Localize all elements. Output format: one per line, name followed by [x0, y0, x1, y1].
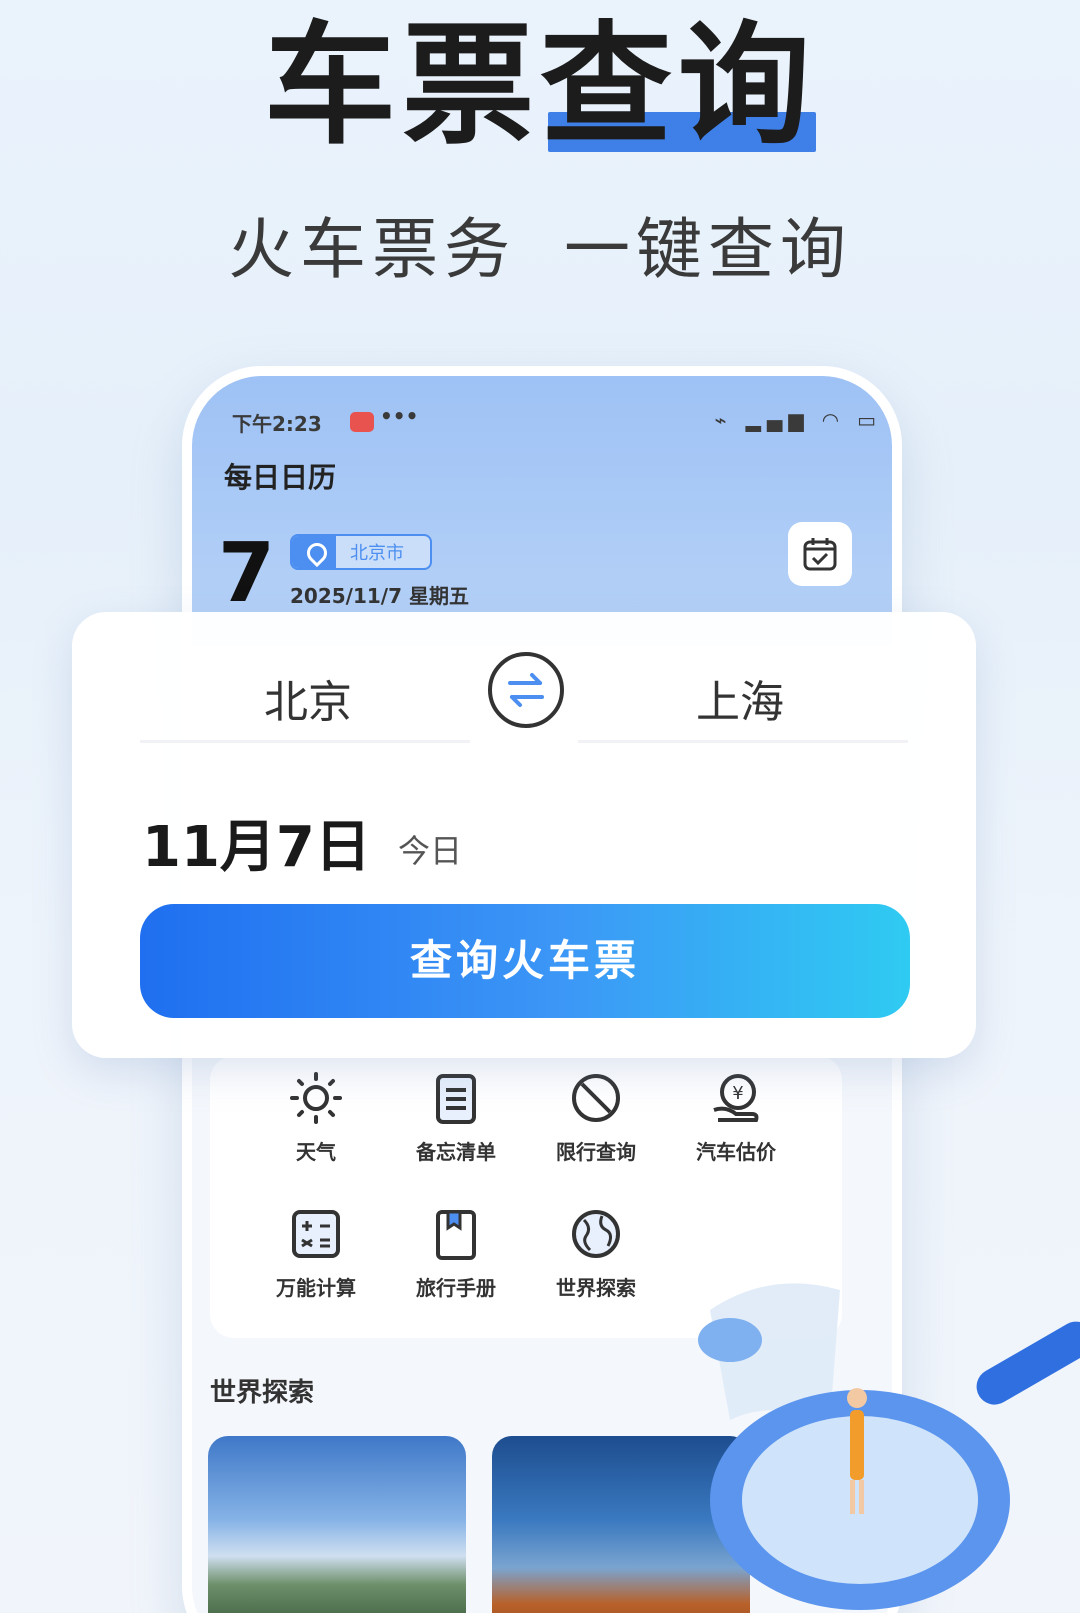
- tool-label: 世界探索: [556, 1276, 636, 1300]
- magnifier-illustration-icon: [698, 1283, 1080, 1610]
- sun-icon: [290, 1072, 342, 1124]
- tool-world-explore[interactable]: 世界探索: [526, 1206, 666, 1301]
- notification-badge-icon: [350, 412, 374, 432]
- from-station[interactable]: 北京: [138, 666, 478, 730]
- phone-header: 下午2:23 ••• ⌁ ▂▄▆ ◠ ▭ 每日日历 7 北京市 2025/11/…: [192, 376, 892, 646]
- location-badge[interactable]: 北京市: [290, 534, 432, 570]
- calendar-check-icon: [803, 538, 837, 571]
- tool-label: 备忘清单: [416, 1140, 496, 1164]
- from-underline: [140, 740, 470, 743]
- status-time: 下午2:23: [232, 412, 322, 436]
- calculator-icon: [292, 1210, 340, 1258]
- tool-label: 天气: [296, 1140, 336, 1164]
- tool-weather[interactable]: 天气: [246, 1070, 386, 1165]
- day-number: 7: [218, 526, 276, 621]
- no-entry-icon: [572, 1074, 620, 1122]
- date-hint: 今日: [398, 832, 463, 870]
- promo-headline: 车票查询: [264, 9, 816, 163]
- ticket-search-card: 北京 上海 11月7日 今日 查询火车票: [72, 612, 976, 1058]
- tool-memo[interactable]: 备忘清单: [386, 1070, 526, 1165]
- globe-icon: [572, 1210, 620, 1258]
- to-station[interactable]: 上海: [570, 666, 910, 730]
- scenery-photo-lake[interactable]: [208, 1436, 466, 1613]
- location-pin-icon: [292, 536, 336, 568]
- travel-date[interactable]: 11月7日: [142, 802, 371, 883]
- section-title: 世界探索: [210, 1378, 315, 1408]
- tool-calculator[interactable]: 万能计算: [246, 1206, 386, 1301]
- memo-icon: [436, 1074, 476, 1124]
- swap-stations-button[interactable]: [488, 652, 564, 728]
- tool-travel-book[interactable]: 旅行手册: [386, 1206, 526, 1301]
- app-title: 每日日历: [224, 461, 337, 494]
- travel-book-icon: [436, 1210, 476, 1260]
- tool-label: 旅行手册: [416, 1276, 496, 1300]
- calendar-button[interactable]: [788, 522, 852, 586]
- query-tickets-button[interactable]: 查询火车票: [140, 904, 910, 1018]
- svg-text:¥: ¥: [732, 1083, 743, 1104]
- status-bar: 下午2:23 ••• ⌁ ▂▄▆ ◠ ▭: [232, 404, 882, 438]
- tool-label: 限行查询: [556, 1140, 636, 1164]
- tool-restriction[interactable]: 限行查询: [526, 1070, 666, 1165]
- tool-car-valuation[interactable]: ¥ 汽车估价: [666, 1070, 806, 1165]
- status-icons: ⌁ ▂▄▆ ◠ ▭: [714, 408, 882, 432]
- swap-arrows-icon: [508, 673, 544, 707]
- full-date: 2025/11/7 星期五: [290, 584, 469, 608]
- status-more-icon: •••: [380, 404, 419, 428]
- promo-subtitle: 火车票务 一键查询: [228, 211, 852, 288]
- tool-label: 万能计算: [276, 1276, 356, 1300]
- car-valuation-icon: ¥: [713, 1074, 759, 1122]
- location-name: 北京市: [350, 543, 404, 564]
- tool-label: 汽车估价: [696, 1140, 776, 1164]
- to-underline: [578, 740, 908, 743]
